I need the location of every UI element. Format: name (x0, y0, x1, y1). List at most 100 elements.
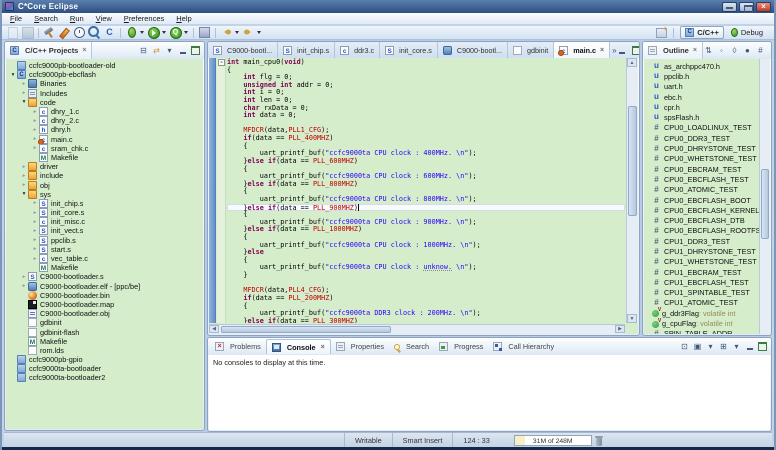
outline-item[interactable]: #CPU1_ATOMIC_TEST (644, 298, 770, 308)
dropdown-arrow-icon[interactable] (139, 26, 146, 39)
tree-item[interactable]: MMakefile (6, 337, 203, 346)
minimize-window-button[interactable] (722, 2, 737, 12)
perspective-c-c-[interactable]: C/C++ (680, 26, 724, 39)
tree-item[interactable]: ▸Includes (6, 89, 203, 98)
expand-arrow-icon[interactable]: ▸ (20, 173, 28, 179)
code-line[interactable]: int data = 0; (227, 112, 625, 120)
run-garbage-collector-icon[interactable] (595, 435, 603, 446)
mark-icon[interactable] (57, 26, 72, 39)
code-line[interactable]: uart_printf_buf("ccfc9000ta CPU clock : … (227, 242, 625, 250)
expand-arrow-icon[interactable]: ▾ (20, 99, 28, 105)
expand-arrow-icon[interactable]: ▸ (31, 118, 39, 124)
outline-item[interactable]: #CPU0_LOADLINUX_TEST (644, 123, 770, 133)
tree-item[interactable]: ccfc9000pb-bootloader-old (6, 61, 203, 70)
menu-help[interactable]: Help (170, 14, 197, 23)
outline-item[interactable]: #CPU0_EBCFLASH_BOOT (644, 195, 770, 205)
fold-collapse-icon[interactable]: - (218, 59, 225, 66)
outline-item[interactable]: #CPU1_EBCFLASH_TEST (644, 277, 770, 287)
code-line[interactable]: uart_printf_buf("ccfc9000ta CPU clock : … (227, 196, 625, 204)
outline-item[interactable]: ucpr.h (644, 102, 770, 112)
open-console-icon[interactable]: ⊞ (718, 341, 729, 352)
outline-item[interactable]: #CPU0_EBCFLASH_ROOTFS (644, 226, 770, 236)
expand-arrow-icon[interactable]: ▸ (31, 237, 39, 243)
tree-item[interactable]: ▸cmain.c (6, 135, 203, 144)
link-with-editor-icon[interactable]: ⇄ (151, 45, 162, 56)
outline-item[interactable]: #CPU1_DHRYSTONE_TEST (644, 246, 770, 256)
expand-arrow-icon[interactable]: ▸ (31, 256, 39, 262)
view-menu-icon[interactable]: ▾ (768, 45, 772, 56)
tree-item[interactable]: ▸Sinit_chip.s (6, 199, 203, 208)
editor-tab[interactable]: Sinit_core.s (380, 42, 438, 58)
minimize-view-icon[interactable] (744, 341, 755, 352)
hide-fields-icon[interactable]: ◦ (716, 45, 727, 56)
code-line[interactable]: unsigned int addr = 0; (227, 82, 625, 90)
editor-tab[interactable]: SC9000-bootl... (208, 42, 278, 58)
run-icon[interactable] (146, 26, 161, 39)
collapse-all-icon[interactable]: ⊟ (138, 45, 149, 56)
tree-item[interactable]: ▸obj (6, 180, 203, 189)
outline-scrollbar-thumb[interactable] (761, 169, 769, 239)
close-icon[interactable]: × (81, 47, 86, 54)
tree-item[interactable]: MMakefile (6, 153, 203, 162)
sort-icon[interactable]: ⇅ (703, 45, 714, 56)
view-menu-icon[interactable]: ▾ (164, 45, 175, 56)
tree-item[interactable]: ccfc9000pb-gpio (6, 355, 203, 364)
scroll-down-icon[interactable]: ▼ (627, 314, 637, 323)
back-icon[interactable] (219, 26, 234, 39)
outline-item[interactable]: #CPU0_EBCFLASH_KERNEL (644, 205, 770, 215)
tree-item[interactable]: ▸Sinit_vect.s (6, 226, 203, 235)
scroll-right-icon[interactable]: ▶ (615, 325, 625, 333)
close-window-button[interactable] (756, 2, 771, 12)
tree-item[interactable]: ▾Cccfc9000pb-ebcflash (6, 70, 203, 79)
outline-item[interactable]: #CPU0_EBCFLASH_TEST (644, 174, 770, 184)
outline-item[interactable]: #CPU1_EBCRAM_TEST (644, 267, 770, 277)
tree-item[interactable]: ccfc9000ta-bootloader (6, 364, 203, 373)
menu-view[interactable]: View (90, 14, 118, 23)
maximize-view-icon[interactable] (631, 45, 640, 56)
outline-item[interactable]: #CPU0_DDR3_TEST (644, 133, 770, 143)
expand-arrow-icon[interactable]: ▸ (20, 90, 28, 96)
console-tab-call-hierarchy[interactable]: Call Hierarchy (488, 339, 559, 354)
tab-outline[interactable]: Outline × (643, 42, 703, 59)
editor-tab[interactable]: C9000-bootl... (438, 42, 508, 58)
outline-item[interactable]: #CPU0_WHETSTONE_TEST (644, 154, 770, 164)
outline-item[interactable]: uppclib.h (644, 71, 770, 81)
debug-icon[interactable] (124, 26, 139, 39)
display-console-icon[interactable]: ▣ (692, 341, 703, 352)
history-icon[interactable] (72, 26, 87, 39)
menu-file[interactable]: File (4, 14, 28, 23)
outline-item[interactable]: uspsFlash.h (644, 112, 770, 122)
search-icon[interactable] (87, 26, 102, 39)
dropdown-arrow-icon[interactable] (161, 26, 168, 39)
tree-item[interactable]: ▸Sinit_core.s (6, 208, 203, 217)
code-editor[interactable]: int main_cpu0(void){ int flg = 0; unsign… (227, 58, 625, 323)
code-line[interactable]: }else if(data == PLL_900MHZ) (227, 204, 625, 212)
tree-item[interactable]: ccfc9000ta-bootloader2 (6, 373, 203, 382)
menu-run[interactable]: Run (64, 14, 90, 23)
dropdown-arrow-icon[interactable] (234, 26, 241, 39)
dropdown-arrow-icon[interactable] (256, 26, 263, 39)
expand-arrow-icon[interactable]: ▸ (31, 228, 39, 234)
editor-marker-bar[interactable] (209, 58, 216, 323)
external-tools-icon[interactable] (168, 26, 183, 39)
dropdown-arrow-icon[interactable]: ▾ (705, 341, 716, 352)
code-line[interactable]: } (227, 272, 625, 280)
tab-cpp-projects[interactable]: C C/C++ Projects × (5, 42, 92, 59)
editor-horizontal-scrollbar[interactable]: ◀ ▶ (209, 324, 625, 334)
tree-item[interactable]: ▾code (6, 98, 203, 107)
tree-item[interactable]: ▸C9000-bootloader.elf - [ppc/be] (6, 282, 203, 291)
menu-search[interactable]: Search (28, 14, 64, 23)
dropdown-arrow-icon[interactable] (183, 26, 190, 39)
tree-item[interactable]: ▸include (6, 171, 203, 180)
new-icon[interactable] (5, 26, 20, 39)
open-type-icon[interactable] (102, 26, 117, 39)
hide-inactive-icon[interactable]: # (755, 45, 766, 56)
close-icon[interactable]: × (321, 344, 325, 351)
console-tab-console[interactable]: Console× (266, 339, 331, 354)
tree-item[interactable]: ▸hdhry.h (6, 125, 203, 134)
outline-item[interactable]: #CPU1_WHETSTONE_TEST (644, 257, 770, 267)
expand-arrow-icon[interactable]: ▸ (31, 210, 39, 216)
code-line[interactable]: }else if(data == PLL_800MHZ) (227, 181, 625, 189)
scroll-up-icon[interactable]: ▲ (627, 58, 637, 67)
editor-vertical-scrollbar-thumb[interactable] (628, 106, 637, 216)
